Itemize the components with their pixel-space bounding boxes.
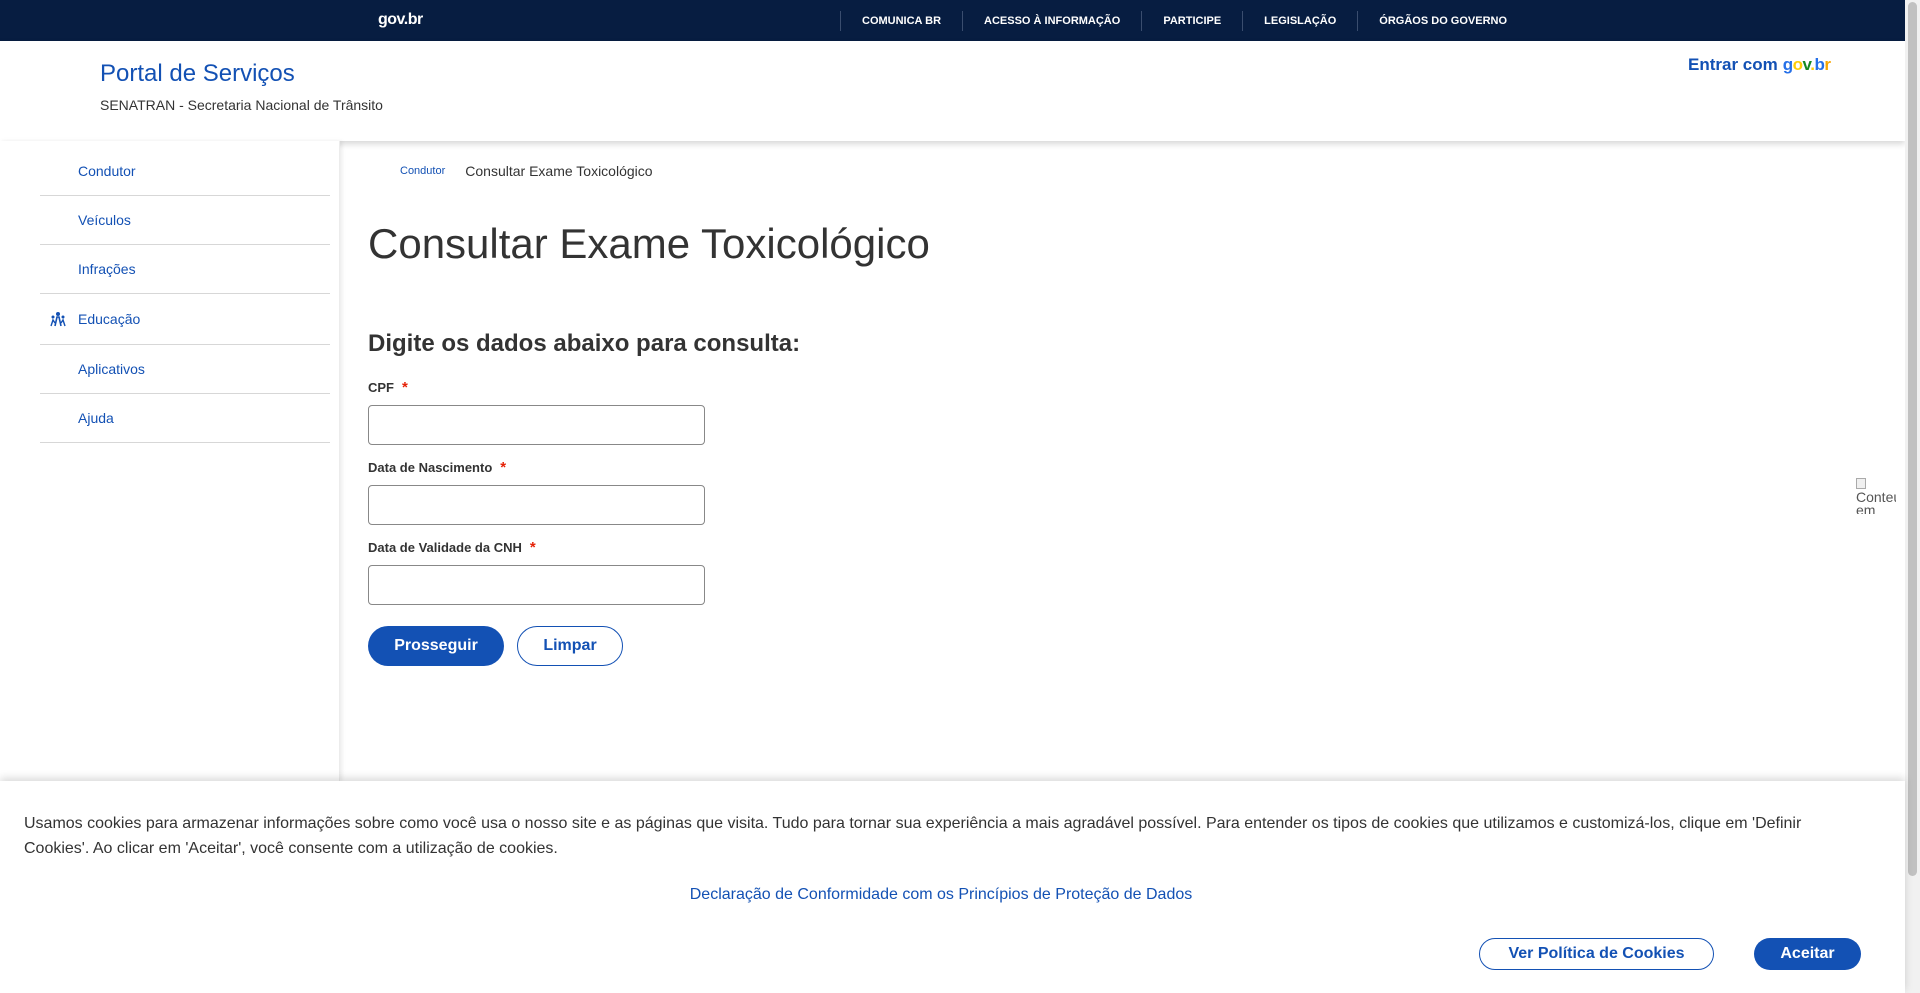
form-heading: Digite os dados abaixo para consulta: xyxy=(368,330,801,357)
cookie-banner: Usamos cookies para armazenar informaçõe… xyxy=(0,781,1905,993)
broken-image-icon xyxy=(1856,478,1866,489)
sidebar-item-label: Ajuda xyxy=(78,410,114,426)
login-label: Entrar com xyxy=(1688,55,1778,74)
clear-button[interactable]: Limpar xyxy=(517,626,623,666)
cpf-input[interactable] xyxy=(368,405,705,445)
gov-link-acesso-informacao[interactable]: ACESSO À INFORMAÇÃO xyxy=(963,15,1141,27)
submit-button[interactable]: Prosseguir xyxy=(368,626,504,666)
site-header: Portal de Serviços SENATRAN - Secretaria… xyxy=(0,41,1905,141)
sidebar-item-label: Infrações xyxy=(78,261,136,277)
cnh-validity-label: Data de Validade da CNH * xyxy=(368,539,536,556)
breadcrumb-link-condutor[interactable]: Condutor xyxy=(400,165,445,177)
libras-image-alt: Conteúdo em Libras xyxy=(1856,489,1896,514)
accept-cookies-button[interactable]: Aceitar xyxy=(1754,938,1861,970)
required-marker: * xyxy=(402,379,408,396)
gov-link-orgaos-governo[interactable]: ÓRGÃOS DO GOVERNO xyxy=(1358,15,1528,27)
sidebar-item-label: Condutor xyxy=(78,163,136,179)
birth-date-label: Data de Nascimento * xyxy=(368,459,506,476)
sidebar-item-infracoes[interactable]: Infrações xyxy=(40,245,330,294)
people-group-icon xyxy=(50,312,66,327)
page-title: Consultar Exame Toxicológico xyxy=(368,220,930,267)
gov-links: COMUNICA BR ACESSO À INFORMAÇÃO PARTICIP… xyxy=(840,0,1528,41)
sidebar-item-label: Aplicativos xyxy=(78,361,145,377)
sidebar-item-label: Educação xyxy=(78,311,141,327)
gov-link-participe[interactable]: PARTICIPE xyxy=(1142,15,1242,27)
sidebar-menu: Condutor Veículos Infrações Educação Apl… xyxy=(40,147,330,443)
cnh-validity-input[interactable] xyxy=(368,565,705,605)
govbr-color-logo: gov.br xyxy=(1782,55,1831,74)
cookie-policy-button[interactable]: Ver Política de Cookies xyxy=(1479,938,1714,970)
portal-subtitle: SENATRAN - Secretaria Nacional de Trânsi… xyxy=(100,97,383,113)
gov-br-logo[interactable]: gov.br xyxy=(378,11,423,29)
scrollbar-thumb[interactable] xyxy=(1908,2,1917,876)
required-marker: * xyxy=(500,459,507,476)
sidebar-item-condutor[interactable]: Condutor xyxy=(40,147,330,196)
gov-link-legislacao[interactable]: LEGISLAÇÃO xyxy=(1243,15,1357,27)
libras-widget-image[interactable]: Conteúdo em Libras xyxy=(1856,478,1896,514)
login-govbr-button[interactable]: Entrar com gov.br xyxy=(1688,55,1831,75)
cnh-validity-label-text: Data de Validade da CNH xyxy=(368,540,522,555)
sidebar-item-veiculos[interactable]: Veículos xyxy=(40,196,330,245)
cookie-text: Usamos cookies para armazenar informaçõe… xyxy=(24,815,1802,857)
sidebar-item-label: Veículos xyxy=(78,212,131,228)
sidebar-item-educacao[interactable]: Educação xyxy=(40,294,330,345)
cpf-label: CPF * xyxy=(368,379,408,396)
portal-title[interactable]: Portal de Serviços xyxy=(100,60,295,88)
gov-link-comunica-br[interactable]: COMUNICA BR xyxy=(841,15,962,27)
cpf-label-text: CPF xyxy=(368,380,394,395)
sidebar-item-ajuda[interactable]: Ajuda xyxy=(40,394,330,443)
sidebar: Condutor Veículos Infrações Educação Apl… xyxy=(0,141,340,781)
breadcrumb-current: Consultar Exame Toxicológico xyxy=(465,163,653,179)
data-protection-link[interactable]: Declaração de Conformidade com os Princí… xyxy=(0,886,1882,904)
birth-date-label-text: Data de Nascimento xyxy=(368,460,493,475)
gov-top-bar: gov.br COMUNICA BR ACESSO À INFORMAÇÃO P… xyxy=(0,0,1905,41)
birth-date-input[interactable] xyxy=(368,485,705,525)
page-scrollbar[interactable] xyxy=(1905,0,1920,993)
breadcrumb: Condutor Consultar Exame Toxicológico xyxy=(400,163,653,179)
sidebar-item-aplicativos[interactable]: Aplicativos xyxy=(40,345,330,394)
required-marker: * xyxy=(529,539,536,556)
